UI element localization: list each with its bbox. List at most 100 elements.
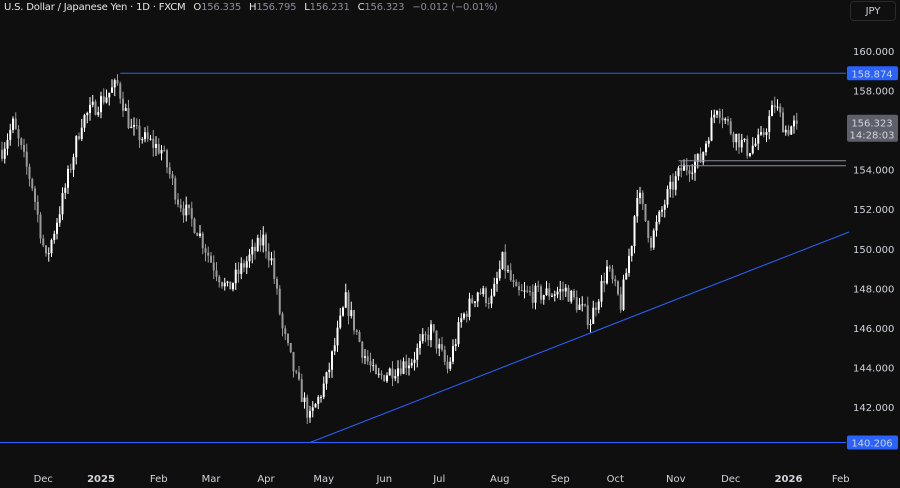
candle-body — [386, 375, 388, 382]
candle — [97, 106, 100, 117]
candle-body — [773, 105, 776, 108]
candle — [490, 288, 493, 308]
candle-body — [628, 255, 630, 273]
candle-body — [270, 258, 273, 261]
candle — [496, 271, 498, 292]
candle — [416, 343, 419, 368]
candle-body — [559, 289, 562, 292]
candle — [17, 125, 20, 147]
candle-body — [416, 347, 419, 360]
candle — [182, 201, 185, 223]
candle — [471, 294, 474, 305]
candle-body — [23, 144, 25, 152]
candle — [119, 81, 122, 104]
candle-body — [405, 361, 408, 369]
candle-body — [298, 372, 300, 380]
candle — [69, 163, 72, 173]
price-chart[interactable]: 160.000158.000156.000154.000152.000150.0… — [0, 0, 900, 488]
candle — [567, 285, 570, 302]
candle — [663, 199, 666, 218]
candle — [556, 286, 559, 299]
candle-body — [724, 118, 727, 121]
candle-body — [388, 368, 391, 376]
candle-body — [729, 121, 732, 134]
candle — [402, 357, 405, 375]
candle-body — [133, 125, 135, 127]
candle-body — [617, 281, 619, 295]
candle — [295, 369, 298, 375]
currency-button[interactable]: JPY — [850, 1, 896, 21]
candle-body — [471, 298, 474, 303]
candle — [405, 354, 408, 375]
candle — [36, 195, 39, 223]
candle-body — [61, 192, 64, 215]
candle — [463, 312, 465, 321]
candle — [515, 279, 518, 287]
candle — [710, 110, 713, 142]
high-value: 156.795 — [256, 2, 297, 13]
candle — [333, 338, 336, 356]
candle-body — [350, 310, 353, 317]
y-tick-label: 144.000 — [853, 363, 894, 374]
candle-body — [320, 396, 322, 398]
candle-body — [760, 132, 762, 135]
candle — [410, 358, 413, 369]
candle — [768, 110, 771, 140]
candle-body — [592, 307, 595, 324]
candle — [724, 117, 727, 125]
candle-body — [589, 323, 592, 325]
candle-body — [441, 344, 443, 350]
candle — [584, 303, 586, 307]
candle — [67, 165, 69, 195]
candle — [113, 78, 116, 97]
candle-body — [427, 334, 430, 341]
candle-body — [185, 204, 188, 216]
candle — [559, 281, 562, 300]
candle — [303, 392, 306, 409]
candle — [221, 281, 223, 289]
candle — [523, 281, 526, 299]
candle-body — [614, 279, 617, 282]
candle — [58, 206, 61, 227]
candle-body — [168, 167, 171, 175]
candle — [540, 284, 542, 304]
candle — [457, 317, 460, 347]
candle-body — [474, 301, 476, 303]
candle-body — [476, 292, 479, 302]
candle-body — [564, 287, 567, 292]
candle-body — [138, 125, 141, 140]
x-tick-label: Sep — [551, 474, 570, 485]
open-value: 156.335 — [201, 2, 242, 13]
candle-body — [309, 410, 311, 418]
candle — [91, 94, 94, 108]
candle — [314, 403, 317, 408]
candle-body — [64, 187, 67, 193]
candle — [1, 141, 3, 162]
candle-body — [584, 304, 586, 306]
candle — [251, 239, 254, 264]
candle-body — [570, 290, 573, 302]
y-tick-label: 160.000 — [853, 47, 894, 58]
candle-body — [311, 407, 314, 411]
candle — [256, 234, 259, 252]
candle-body — [105, 97, 108, 103]
candle — [344, 283, 347, 309]
candle-body — [72, 157, 75, 170]
candle-body — [17, 129, 20, 139]
candle — [218, 274, 221, 288]
candle-body — [149, 138, 152, 140]
candle — [408, 357, 410, 376]
candle — [347, 289, 350, 325]
x-tick-label: Jul — [432, 474, 445, 485]
candle-body — [155, 143, 157, 148]
candle — [743, 138, 746, 143]
candle-body — [430, 324, 432, 341]
candle — [727, 116, 729, 126]
candle — [589, 319, 592, 333]
candle-body — [127, 108, 130, 128]
candle-body — [666, 189, 669, 205]
candle — [215, 262, 218, 282]
candle — [89, 96, 91, 121]
x-tick-label: May — [313, 474, 334, 485]
candle — [306, 394, 309, 424]
